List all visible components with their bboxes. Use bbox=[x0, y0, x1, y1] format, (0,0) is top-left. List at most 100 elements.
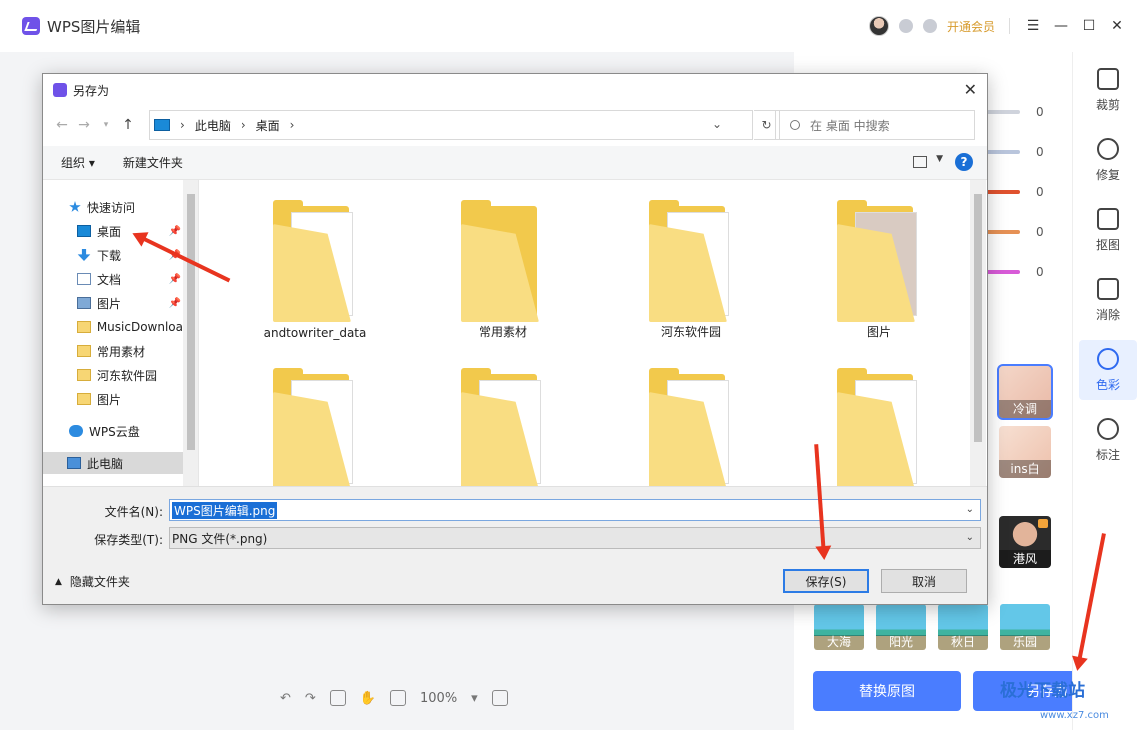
tool-cutout[interactable]: 抠图 bbox=[1079, 200, 1137, 260]
recent-chevron-icon[interactable]: ▾ bbox=[95, 120, 117, 130]
star-icon bbox=[69, 201, 81, 212]
scrollbar[interactable] bbox=[970, 180, 986, 486]
filter-thumb[interactable]: 乐园 bbox=[1000, 604, 1050, 650]
new-folder-button[interactable]: 新建文件夹 bbox=[123, 154, 183, 171]
sidebar-item-desktop[interactable]: 桌面 📌 bbox=[43, 220, 183, 242]
minimize-icon[interactable]: — bbox=[1052, 17, 1070, 35]
organize-menu[interactable]: 组织 ▾ bbox=[61, 154, 95, 171]
scrollbar-thumb[interactable] bbox=[974, 194, 982, 442]
sidebar-item-quick-access[interactable]: 快速访问 bbox=[43, 196, 183, 218]
avatar[interactable] bbox=[868, 16, 889, 36]
computer-icon bbox=[154, 119, 170, 131]
chevron-down-icon[interactable]: ▾ bbox=[471, 691, 478, 706]
filter-thumb[interactable]: 港风 bbox=[999, 516, 1051, 568]
folder-item[interactable] bbox=[428, 348, 578, 486]
folder-icon bbox=[265, 198, 365, 322]
filter-thumb[interactable]: 阳光 bbox=[876, 604, 926, 650]
maximize-icon[interactable]: ☐ bbox=[1080, 17, 1098, 35]
tool-erase[interactable]: 消除 bbox=[1079, 270, 1137, 330]
watermark-url: www.xz7.com bbox=[1040, 710, 1109, 721]
hand-icon[interactable]: ✋ bbox=[360, 691, 376, 706]
sidebar-item-documents[interactable]: 文档 📌 bbox=[43, 268, 183, 290]
folder-item[interactable] bbox=[616, 348, 766, 486]
slider[interactable]: 0 bbox=[984, 142, 1068, 162]
tool-color[interactable]: 色彩 bbox=[1079, 340, 1137, 400]
folder-item[interactable]: 河东软件园 bbox=[616, 180, 766, 340]
save-button[interactable]: 保存(S) bbox=[783, 569, 869, 593]
close-icon[interactable]: ✕ bbox=[1108, 17, 1126, 35]
chevron-down-icon[interactable]: ▼ bbox=[936, 154, 943, 164]
sidebar-item-label: 图片 bbox=[97, 392, 122, 407]
filter-thumb[interactable]: 大海 bbox=[814, 604, 864, 650]
breadcrumb-item[interactable]: 此电脑 bbox=[195, 117, 231, 134]
scrollbar[interactable] bbox=[183, 180, 198, 486]
sidebar-item-label: MusicDownloa bbox=[96, 320, 183, 334]
filetype-label: 保存类型(T): bbox=[94, 533, 163, 547]
slider[interactable]: 0 bbox=[984, 102, 1068, 122]
slider[interactable]: 0 bbox=[984, 222, 1068, 242]
slider-track[interactable] bbox=[984, 230, 1020, 234]
sidebar-item-label: 文档 bbox=[97, 272, 122, 287]
desktop-icon bbox=[77, 225, 91, 237]
forward-icon[interactable]: → bbox=[73, 117, 95, 133]
close-icon[interactable]: ✕ bbox=[964, 80, 977, 99]
breadcrumb-item[interactable]: 桌面 bbox=[256, 117, 280, 134]
sidebar-item-folder[interactable]: 图片 bbox=[43, 388, 183, 410]
sidebar-item-wps-cloud[interactable]: WPS云盘 bbox=[43, 420, 183, 442]
slider-track[interactable] bbox=[984, 150, 1020, 154]
chevron-right-icon[interactable]: › bbox=[180, 118, 185, 132]
up-icon[interactable]: ↑ bbox=[117, 117, 139, 133]
filter-thumb[interactable]: 秋日 bbox=[938, 604, 988, 650]
redo-icon[interactable]: ↷ bbox=[305, 691, 316, 706]
sidebar-item-pictures[interactable]: 图片 📌 bbox=[43, 292, 183, 314]
folder-item[interactable] bbox=[804, 348, 954, 486]
sidebar-item-folder[interactable]: 常用素材 bbox=[43, 340, 183, 362]
scrollbar-thumb[interactable] bbox=[187, 194, 195, 450]
chevron-up-icon: ▲ bbox=[55, 576, 62, 587]
filetype-select[interactable]: PNG 文件(*.png) ⌄ bbox=[169, 527, 981, 549]
chevron-right-icon[interactable]: › bbox=[241, 118, 246, 132]
command-bar: 组织 ▾ 新建文件夹 ▼ ? bbox=[43, 146, 987, 180]
replace-original-button[interactable]: 替换原图 bbox=[813, 671, 961, 711]
folder-item[interactable]: andtowriter_data bbox=[240, 180, 390, 340]
eraser-icon bbox=[1097, 277, 1119, 300]
chevron-down-icon[interactable]: ⌄ bbox=[966, 504, 974, 515]
back-icon[interactable]: ← bbox=[51, 117, 73, 133]
tool-crop[interactable]: 裁剪 bbox=[1079, 60, 1137, 120]
tool-label: 消除 bbox=[1095, 307, 1120, 322]
filter-thumb[interactable]: 冷调 bbox=[997, 364, 1053, 420]
sidebar-item-folder[interactable]: 河东软件园 bbox=[43, 364, 183, 386]
actual-size-icon[interactable] bbox=[390, 690, 406, 706]
image-icon[interactable] bbox=[329, 690, 346, 706]
slider-track[interactable] bbox=[984, 270, 1020, 274]
compare-icon[interactable] bbox=[491, 690, 508, 706]
tool-repair[interactable]: 修复 bbox=[1079, 130, 1137, 190]
cancel-button[interactable]: 取消 bbox=[881, 569, 967, 593]
filter-thumb[interactable]: ins白 bbox=[999, 426, 1051, 478]
help-icon[interactable]: ? bbox=[955, 153, 973, 171]
hide-folders-toggle[interactable]: ▲ 隐藏文件夹 bbox=[55, 573, 130, 590]
view-icon[interactable] bbox=[913, 156, 927, 168]
folder-icon bbox=[77, 345, 91, 357]
menu-icon[interactable]: ☰ bbox=[1024, 17, 1042, 35]
chevron-right-icon[interactable]: › bbox=[290, 118, 295, 132]
chevron-down-icon[interactable]: ⌄ bbox=[712, 117, 722, 131]
slider-track[interactable] bbox=[984, 110, 1020, 114]
sidebar-item-folder[interactable]: MusicDownloa bbox=[43, 316, 183, 338]
folder-item[interactable] bbox=[240, 348, 390, 486]
zoom-level[interactable]: 100% bbox=[420, 691, 457, 706]
slider-track[interactable] bbox=[984, 190, 1020, 194]
folder-item[interactable]: 图片 bbox=[804, 180, 954, 340]
tool-annotate[interactable]: 标注 bbox=[1079, 410, 1137, 470]
vip-link[interactable]: 开通会员 bbox=[947, 18, 995, 35]
address-bar[interactable]: › 此电脑 › 桌面 › ⌄ bbox=[149, 110, 753, 140]
folder-item[interactable]: 常用素材 bbox=[428, 180, 578, 340]
slider[interactable]: 0 bbox=[984, 182, 1068, 202]
undo-icon[interactable]: ↶ bbox=[280, 691, 291, 706]
filename-field[interactable]: WPS图片编辑.png ⌄ bbox=[169, 499, 981, 521]
search-input[interactable]: 在 桌面 中搜索 bbox=[775, 110, 975, 140]
slider[interactable]: 0 bbox=[984, 262, 1068, 282]
chevron-down-icon[interactable]: ⌄ bbox=[966, 532, 974, 543]
sidebar-item-this-pc[interactable]: 此电脑 bbox=[43, 452, 183, 474]
slider-value: 0 bbox=[1036, 185, 1044, 199]
